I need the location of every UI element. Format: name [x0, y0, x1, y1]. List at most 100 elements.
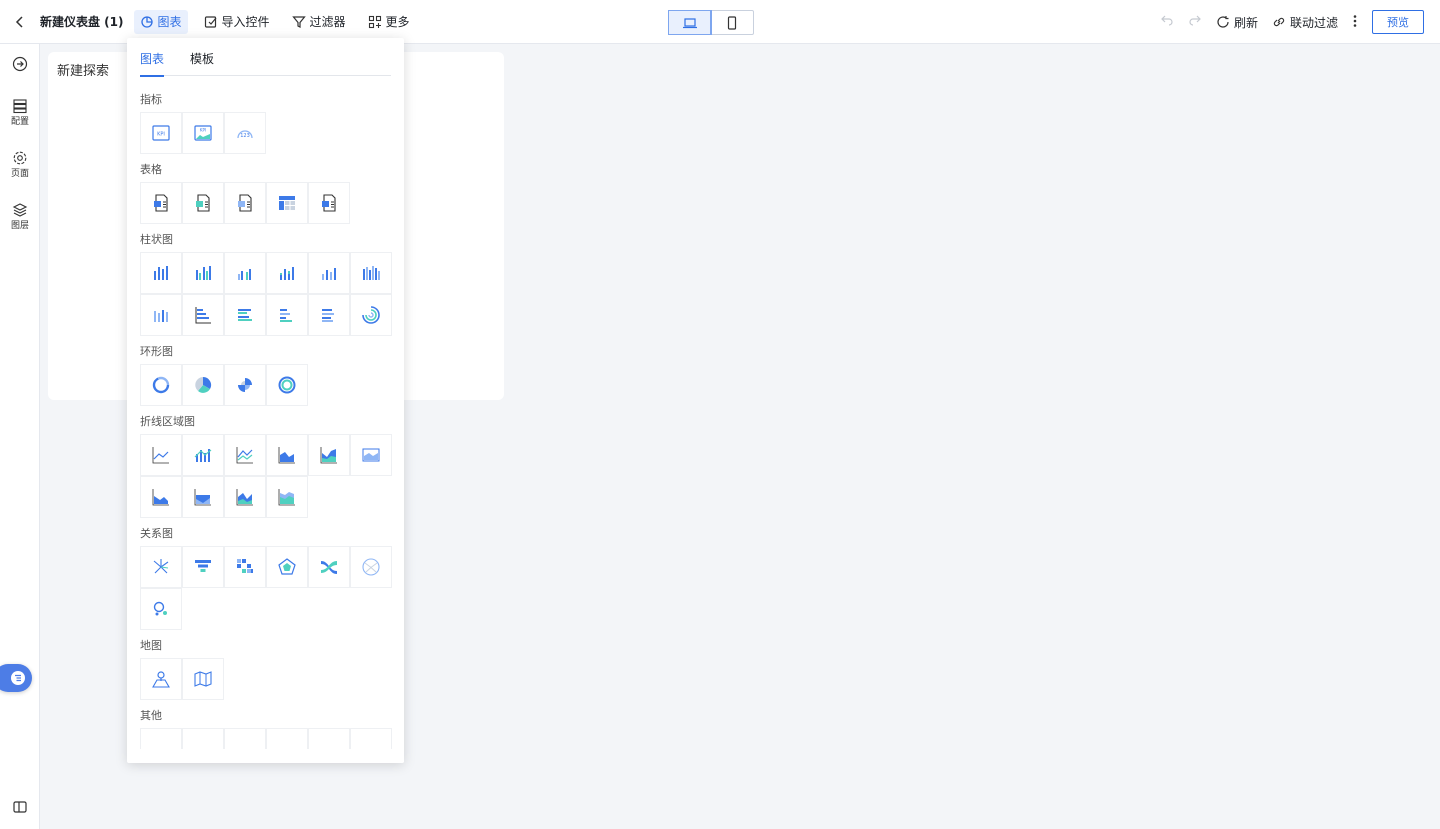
refresh-label: 刷新	[1233, 15, 1258, 30]
more-button[interactable]: 更多	[362, 10, 416, 34]
expand-panel-button[interactable]	[0, 56, 40, 72]
sidebar-item-layers[interactable]: 图层	[0, 202, 40, 231]
area-chart-icon	[320, 446, 337, 463]
chart-bar-percent[interactable]	[265, 251, 308, 294]
map-icon	[193, 670, 212, 687]
chart-bar-horizontal-grouped[interactable]	[223, 293, 266, 336]
outline-toggle-button[interactable]	[0, 664, 32, 692]
import-widget-button[interactable]: 导入控件	[198, 10, 276, 34]
chart-pivot-table[interactable]	[265, 181, 308, 224]
linked-filter-button[interactable]: 联动过滤	[1272, 10, 1338, 34]
dashboard-title[interactable]: 新建仪表盘 (1)	[40, 13, 124, 30]
chart-graph-network[interactable]	[139, 545, 182, 588]
chart-bar-range[interactable]	[139, 293, 182, 336]
horizontal-bar-icon	[279, 308, 292, 322]
chart-bubble[interactable]	[139, 587, 182, 630]
chart-heatmap[interactable]	[223, 545, 266, 588]
bar-chart-icon	[153, 309, 168, 322]
chart-line[interactable]	[139, 433, 182, 476]
ring-grid	[139, 363, 392, 406]
chart-funnel[interactable]	[181, 545, 224, 588]
chart-bar-horizontal-stacked[interactable]	[265, 293, 308, 336]
chart-bar-horizontal-percent[interactable]	[307, 293, 350, 336]
chart-bar-stacked[interactable]	[223, 251, 266, 294]
link-icon	[1273, 17, 1285, 27]
chart-table-3[interactable]	[223, 181, 266, 224]
toolbar-right: 刷新 联动过滤 预览	[1160, 0, 1424, 44]
chart-radar[interactable]	[265, 545, 308, 588]
sidebar-item-page[interactable]: 页面	[0, 150, 40, 179]
sidebar-item-page-label: 页面	[10, 169, 29, 179]
chart-bar-multi[interactable]	[349, 251, 392, 294]
chart-button-label: 图表	[157, 15, 182, 29]
table-doc-icon	[321, 193, 336, 212]
mobile-view-button[interactable]	[711, 11, 753, 34]
chart-area-layered[interactable]	[265, 475, 308, 518]
chart-area-percent[interactable]	[139, 475, 182, 518]
kpi-icon: KPI	[151, 124, 170, 141]
chart-rose[interactable]	[223, 363, 266, 406]
tab-templates[interactable]: 模板	[190, 48, 214, 76]
phone-icon	[727, 15, 737, 30]
bar-chart-icon	[321, 267, 336, 280]
chart-picker-popup: 图表 模板 指标 KPI KPI 123 表格 柱状图 环形图 折线区域图 关系…	[127, 38, 404, 763]
chart-stacked-area[interactable]	[307, 433, 350, 476]
chart-nested-donut[interactable]	[265, 363, 308, 406]
section-map-title: 地图	[140, 639, 162, 652]
bar-chart-icon	[362, 265, 380, 280]
chart-picker-tabs: 图表 模板	[140, 48, 391, 77]
chart-kpi-trend[interactable]: KPI	[181, 111, 224, 154]
chart-table-5[interactable]	[307, 181, 350, 224]
preview-button[interactable]: 预览	[1372, 10, 1424, 34]
arrow-right-circle-icon	[12, 56, 28, 72]
tab-charts[interactable]: 图表	[140, 48, 165, 77]
chart-table-2[interactable]	[181, 181, 224, 224]
chart-bar-horizontal[interactable]	[181, 293, 224, 336]
chart-table-1[interactable]	[139, 181, 182, 224]
chart-map-point[interactable]	[139, 657, 182, 700]
chart-donut[interactable]	[139, 363, 182, 406]
chart-area[interactable]	[265, 433, 308, 476]
import-widget-label: 导入控件	[221, 15, 270, 29]
nested-donut-icon	[278, 376, 295, 393]
chart-button[interactable]: 图表	[133, 9, 188, 34]
panel-layout-button[interactable]	[0, 799, 40, 815]
chart-pie[interactable]	[181, 363, 224, 406]
chart-map-region[interactable]	[181, 657, 224, 700]
sidebar-item-config[interactable]: 配置	[0, 98, 40, 127]
area-chart-icon	[362, 448, 379, 461]
svg-text:KPI: KPI	[157, 131, 165, 137]
chart-bar-waterfall[interactable]	[307, 251, 350, 294]
chart-bar-column[interactable]	[139, 251, 182, 294]
svg-text:KPI: KPI	[199, 127, 205, 132]
line-chart-icon	[152, 446, 169, 463]
chart-bar-grouped[interactable]	[181, 251, 224, 294]
chart-area-range[interactable]	[181, 475, 224, 518]
back-icon[interactable]	[0, 0, 40, 44]
chart-multi-line[interactable]	[223, 433, 266, 476]
pie-chart-icon	[194, 376, 211, 393]
donut-chart-icon	[152, 376, 169, 393]
heatmap-icon	[236, 558, 253, 573]
desktop-view-button[interactable]	[668, 10, 712, 35]
section-ring-title: 环形图	[140, 345, 173, 358]
radial-bar-icon	[361, 305, 380, 324]
bar-chart-icon	[153, 265, 168, 280]
chart-area-stream[interactable]	[223, 475, 266, 518]
chart-area-image[interactable]	[349, 433, 392, 476]
refresh-button[interactable]: 刷新	[1216, 10, 1258, 34]
sankey-icon	[320, 560, 337, 574]
undo-icon[interactable]	[1160, 13, 1174, 31]
apps-icon	[368, 15, 381, 28]
chart-kpi-card[interactable]: KPI	[139, 111, 182, 154]
chart-chord[interactable]	[349, 545, 392, 588]
chart-sankey[interactable]	[307, 545, 350, 588]
redo-icon[interactable]	[1188, 13, 1202, 31]
chart-gauge-number[interactable]: 123	[223, 111, 266, 154]
more-vertical-icon[interactable]	[1352, 14, 1358, 31]
chart-bar-radial[interactable]	[349, 293, 392, 336]
table-doc-icon	[153, 193, 168, 212]
chart-line-bar-combo[interactable]	[181, 433, 224, 476]
table-doc-icon	[195, 193, 210, 212]
filter-button[interactable]: 过滤器	[286, 10, 352, 34]
